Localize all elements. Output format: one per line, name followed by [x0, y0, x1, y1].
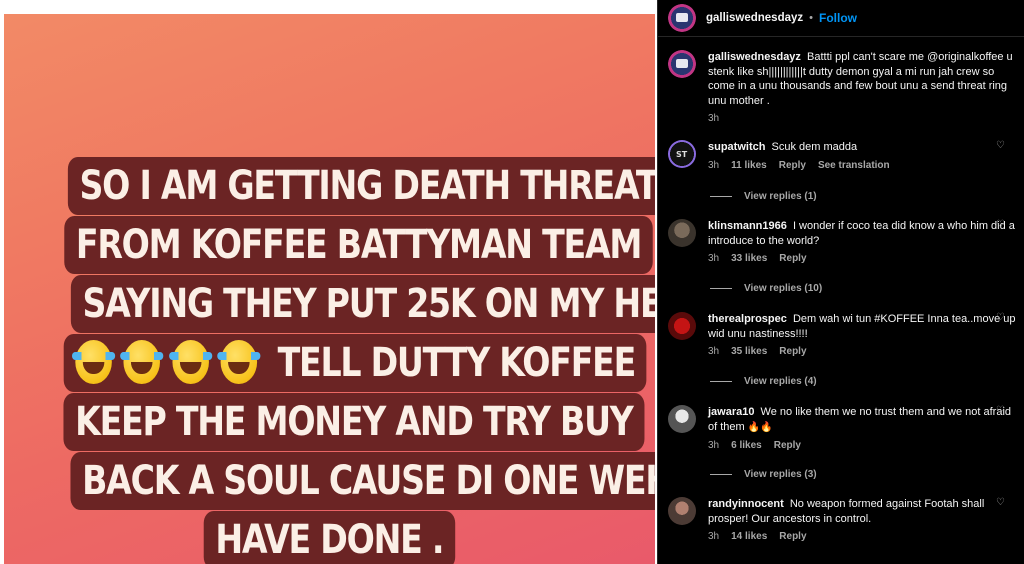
view-replies-label: View replies (10) — [744, 283, 823, 294]
caption-line: SO I AM GETTING DEATH THREATS — [4, 157, 655, 215]
caption-text: KEEP THE MONEY AND TRY BUY — [63, 393, 645, 451]
avatar[interactable] — [668, 497, 696, 525]
avatar-text: ST — [676, 150, 688, 159]
follow-button[interactable]: Follow — [819, 11, 857, 25]
caption-text: HAVE DONE . — [203, 511, 456, 564]
caption-text: FROM KOFFEE BATTYMAN TEAM — [64, 216, 653, 274]
avatar[interactable] — [668, 219, 696, 247]
comment-text: Scuk dem madda — [771, 141, 858, 153]
caption-pill-emoji-line: TELL DUTTY KOFFEE — [63, 334, 647, 392]
likes-count[interactable]: 11 likes — [731, 159, 767, 174]
view-replies-label: View replies (1) — [744, 191, 817, 202]
laughing-crying-emoji-icon — [71, 340, 116, 384]
comment-time[interactable]: 3h — [708, 159, 719, 174]
caption-line: SAYING THEY PUT 25K ON MY HEAD — [4, 275, 655, 333]
comment-username[interactable]: klinsmann1966 — [708, 220, 787, 232]
comment-item: therealprospec Dem wah wi tun #KOFFEE In… — [668, 312, 1018, 360]
caption-line: TELL DUTTY KOFFEE — [4, 334, 655, 392]
see-translation-button[interactable]: See translation — [818, 159, 890, 174]
comment-time[interactable]: 3h — [708, 252, 719, 267]
heart-icon[interactable]: ♡ — [996, 140, 1006, 151]
heart-icon[interactable]: ♡ — [996, 219, 1006, 230]
likes-count[interactable]: 33 likes — [731, 252, 767, 267]
laughing-crying-emoji-icon — [120, 340, 164, 384]
comment-username[interactable]: jawara10 — [708, 406, 754, 418]
view-replies-button[interactable]: View replies (3) — [710, 469, 817, 480]
comment-username[interactable]: supatwitch — [708, 141, 765, 153]
replies-divider — [710, 381, 732, 382]
heart-icon[interactable]: ♡ — [996, 312, 1006, 323]
likes-count[interactable]: 6 likes — [731, 439, 762, 454]
comment-time[interactable]: 3h — [708, 345, 719, 360]
reply-button[interactable]: Reply — [774, 439, 801, 454]
comment-time[interactable]: 3h — [708, 439, 719, 454]
caption-text: BACK A SOUL CAUSE DI ONE WEH U — [70, 452, 655, 510]
comments-panel: galliswednesdayz • Follow galliswednesda… — [657, 0, 1024, 564]
divider — [658, 36, 1024, 37]
reply-button[interactable]: Reply — [779, 530, 806, 545]
replies-divider — [710, 288, 732, 289]
reply-button[interactable]: Reply — [779, 345, 806, 360]
reply-button[interactable]: Reply — [779, 252, 806, 267]
view-replies-label: View replies (3) — [744, 469, 817, 480]
caption-line: FROM KOFFEE BATTYMAN TEAM — [4, 216, 655, 274]
view-replies-button[interactable]: View replies (1) — [710, 191, 817, 202]
post-image[interactable]: SO I AM GETTING DEATH THREATS FROM KOFFE… — [0, 0, 657, 564]
comment-time[interactable]: 3h — [708, 112, 719, 127]
header-username[interactable]: galliswednesdayz — [706, 12, 803, 24]
laughing-crying-emoji-icon — [169, 340, 213, 384]
view-replies-label: View replies (4) — [744, 376, 817, 387]
avatar[interactable] — [668, 4, 696, 32]
comment-item: ST supatwitch Scuk dem madda 3h 11 likes… — [668, 140, 1018, 173]
likes-count[interactable]: 35 likes — [731, 345, 767, 360]
caption-text: TELL DUTTY KOFFEE — [277, 340, 637, 386]
comment-username[interactable]: therealprospec — [708, 313, 787, 325]
caption-line: BACK A SOUL CAUSE DI ONE WEH U — [4, 452, 655, 510]
avatar[interactable] — [668, 405, 696, 433]
comment-item: jawara10 We no like them we no trust the… — [668, 405, 1018, 454]
replies-divider — [710, 196, 732, 197]
avatar[interactable] — [668, 312, 696, 340]
heart-icon[interactable]: ♡ — [996, 405, 1006, 416]
post-header: galliswednesdayz • Follow — [658, 0, 1024, 36]
comment-username[interactable]: galliswednesdayz — [708, 51, 801, 63]
heart-icon[interactable]: ♡ — [996, 497, 1006, 508]
comment-time[interactable]: 3h — [708, 530, 719, 545]
avatar[interactable]: ST — [668, 140, 696, 168]
comment-item: randyinnocent No weapon formed against F… — [668, 497, 1018, 545]
comment-username[interactable]: randyinnocent — [708, 498, 784, 510]
caption-text: SO I AM GETTING DEATH THREATS — [67, 157, 655, 215]
view-replies-button[interactable]: View replies (10) — [710, 283, 822, 294]
caption-line: HAVE DONE . — [4, 511, 655, 564]
caption-comment: galliswednesdayz Battti ppl can't scare … — [668, 50, 1018, 127]
reply-button[interactable]: Reply — [779, 159, 806, 174]
story-background: SO I AM GETTING DEATH THREATS FROM KOFFE… — [4, 14, 655, 564]
separator-dot: • — [809, 12, 814, 24]
comment-item: klinsmann1966 I wonder if coco tea did k… — [668, 219, 1018, 267]
replies-divider — [710, 474, 732, 475]
fire-emoji-icon: 🔥🔥 — [747, 421, 773, 433]
caption-line: KEEP THE MONEY AND TRY BUY — [4, 393, 655, 451]
avatar[interactable] — [668, 50, 696, 78]
caption-text: SAYING THEY PUT 25K ON MY HEAD — [70, 275, 655, 333]
laughing-crying-emoji-icon — [217, 340, 261, 384]
view-replies-button[interactable]: View replies (4) — [710, 376, 817, 387]
likes-count[interactable]: 14 likes — [731, 530, 767, 545]
